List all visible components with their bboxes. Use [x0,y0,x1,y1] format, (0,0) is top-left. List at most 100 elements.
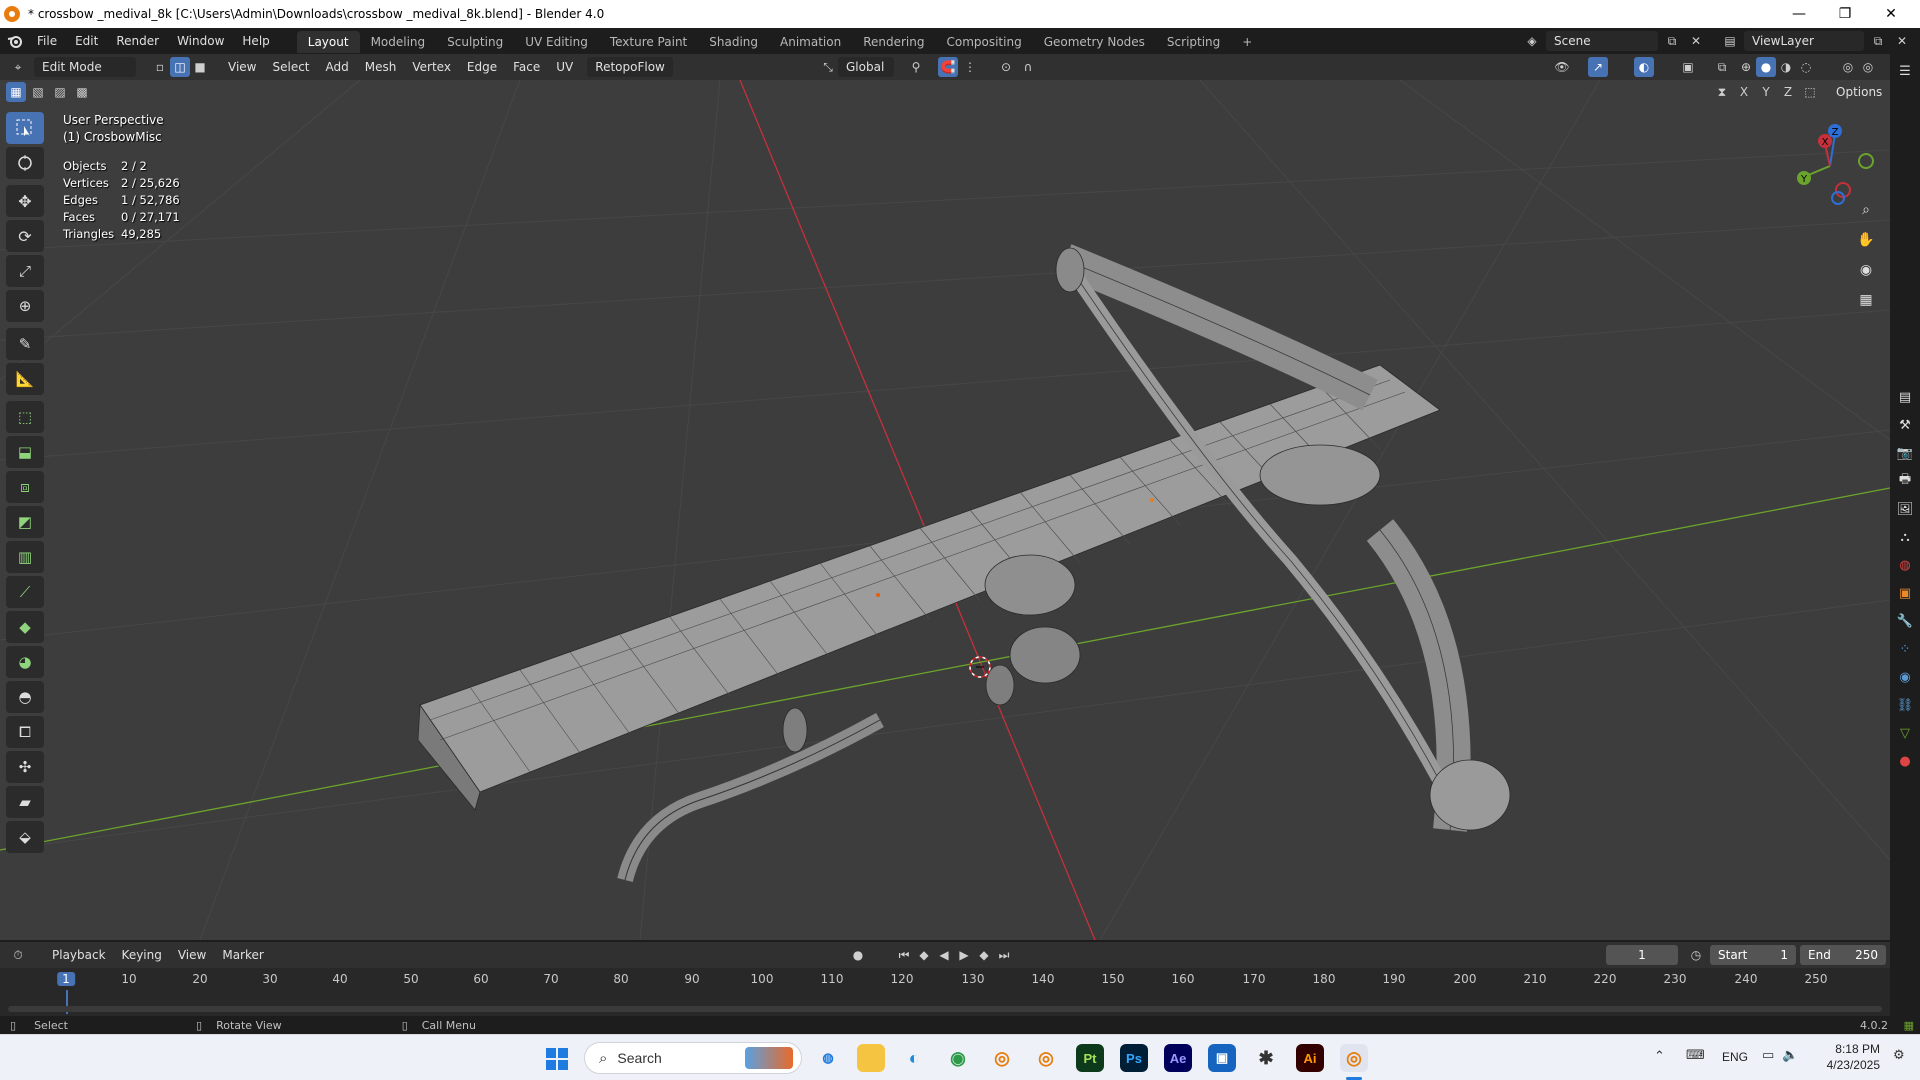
current-frame-field[interactable]: 1 [1606,945,1678,965]
system-clock[interactable]: 8:18 PM 4/23/2025 [1810,1041,1880,1073]
menu-edge[interactable]: Edge [459,57,505,77]
add-workspace-button[interactable]: + [1231,31,1263,53]
blender-menu-icon[interactable] [2,33,28,49]
tab-sculpting[interactable]: Sculpting [436,31,514,53]
menu-uv[interactable]: UV [548,57,581,77]
jump-keyframe-forward-icon[interactable]: ◆ [974,945,994,965]
render-properties-icon[interactable]: 📷 [1892,440,1918,466]
snap-icon[interactable]: 🧲 [938,57,958,77]
pivot-point-icon[interactable]: ⚲ [906,57,926,77]
zoom-icon[interactable]: ⌕ [1852,196,1880,224]
measure-tool-icon[interactable]: 📐 [6,363,44,395]
menu-file[interactable]: File [28,28,66,54]
select-subtract-icon[interactable]: ▨ [50,82,70,102]
timeline-menu-keying[interactable]: Keying [114,945,170,965]
minimize-button[interactable]: — [1776,0,1822,28]
end-frame-field[interactable]: End 250 [1800,945,1886,965]
solid-shading-icon[interactable]: ● [1756,57,1776,77]
illustrator-icon[interactable]: Ai [1296,1044,1324,1072]
knife-tool-icon[interactable]: ⟋ [6,576,44,608]
poly-build-tool-icon[interactable]: ◆ [6,611,44,643]
store-icon[interactable]: ▣ [1208,1044,1236,1072]
visibility-icon[interactable]: 👁 [1552,57,1572,77]
modifier-properties-icon[interactable]: 🔧 [1892,608,1918,634]
material-shading-icon[interactable]: ◑ [1776,57,1796,77]
scene-field[interactable]: Scene [1546,31,1658,51]
tab-uv-editing[interactable]: UV Editing [514,31,599,53]
xray-icon[interactable]: ⧉ [1712,57,1732,77]
delete-viewlayer-icon[interactable]: ✕ [1892,31,1912,51]
menu-select[interactable]: Select [264,57,317,77]
tab-animation[interactable]: Animation [769,31,852,53]
substance-painter-icon[interactable]: Pt [1076,1044,1104,1072]
proportional-edit-icon[interactable]: ⊙ [996,57,1016,77]
timeline-frames[interactable]: 1 10 20 30 40 50 60 70 80 90 100 110 120… [0,968,1890,1016]
options-dropdown[interactable]: Options [1828,82,1890,102]
rendered-shading-icon[interactable]: ◌ [1796,57,1816,77]
transform-tool-icon[interactable]: ⊕ [6,290,44,322]
edge-select-icon[interactable]: ◫ [170,57,190,77]
timeline-menu-marker[interactable]: Marker [214,945,271,965]
viewlayer-field[interactable]: ViewLayer [1744,31,1864,51]
outliner-toggle-icon[interactable]: ☰ [1892,58,1918,84]
tab-compositing[interactable]: Compositing [935,31,1032,53]
chrome-browser-icon[interactable]: ◉ [944,1044,972,1072]
object-properties-icon[interactable]: ▣ [1892,580,1918,606]
menu-face[interactable]: Face [505,57,548,77]
vertex-select-icon[interactable]: ▫ [150,57,170,77]
mirror-y-toggle[interactable]: Y [1756,82,1776,102]
network-icon[interactable]: ▭ [1762,1048,1774,1063]
jump-end-icon[interactable]: ⏭ [994,945,1014,965]
notifications-icon[interactable]: ⚙ [1893,1048,1905,1063]
3d-viewport[interactable]: User Perspective (1) CrosbowMisc Objects… [0,80,1890,940]
falloff-icon[interactable]: ∩ [1018,57,1038,77]
overlay-toggle-icon[interactable]: ◐ [1634,57,1654,77]
tab-texture-paint[interactable]: Texture Paint [599,31,698,53]
select-box-tool-icon[interactable] [6,112,44,144]
move-tool-icon[interactable]: ✥ [6,185,44,217]
menu-edit[interactable]: Edit [66,28,107,54]
jump-start-icon[interactable]: ⏮ [894,945,914,965]
inset-tool-icon[interactable]: ⧈ [6,471,44,503]
camera-view-icon[interactable]: ◉ [1852,256,1880,284]
menu-add[interactable]: Add [318,57,357,77]
add-cube-tool-icon[interactable]: ⬚ [6,401,44,433]
viewlayer-selector[interactable]: ▤ ViewLayer ⧉ ✕ [1720,31,1912,51]
menu-window[interactable]: Window [168,28,233,54]
volume-icon[interactable]: 🔈 [1782,1048,1798,1063]
timeline-editor-type-icon[interactable]: ⏱ [8,945,28,965]
mesh-edit-overlay-icon[interactable]: ▣ [1678,57,1698,77]
editor-type-icon[interactable]: ⌖ [8,57,28,77]
blender-app-icon-2[interactable]: ◎ [1032,1044,1060,1072]
constraints-properties-icon[interactable]: ⛓ [1892,692,1918,718]
perspective-toggle-icon[interactable]: ▦ [1852,286,1880,314]
orientation-dropdown[interactable]: Global [838,57,894,77]
scale-tool-icon[interactable]: ⤢ [6,255,44,287]
data-properties-icon[interactable]: ▽ [1892,720,1918,746]
world-properties-icon[interactable]: ◍ [1892,552,1918,578]
windows-start-icon[interactable] [546,1048,568,1070]
spin-tool-icon[interactable]: ◕ [6,646,44,678]
face-select-icon[interactable]: ■ [190,57,210,77]
particles-properties-icon[interactable]: ⁘ [1892,636,1918,662]
menu-view[interactable]: View [220,57,264,77]
select-new-icon[interactable]: ▦ [6,82,26,102]
start-frame-field[interactable]: Start 1 [1710,945,1796,965]
snap-target-icon[interactable]: ⋮ [960,57,980,77]
select-invert-icon[interactable]: ▩ [72,82,92,102]
zbrush-icon[interactable]: ✱ [1252,1044,1280,1072]
taskbar-search-box[interactable]: ⌕ Search [584,1042,802,1074]
render-region-icon[interactable]: ◎ [1858,57,1878,77]
output-properties-icon[interactable]: 🖶 [1892,468,1918,494]
maximize-button[interactable]: ❐ [1822,0,1868,28]
tool-properties-icon[interactable]: ⚒ [1892,412,1918,438]
cursor-tool-icon[interactable] [6,147,44,179]
shrink-fatten-tool-icon[interactable]: ✣ [6,751,44,783]
tray-chevron-icon[interactable]: ⌃ [1654,1049,1665,1064]
material-properties-icon[interactable]: ● [1892,748,1918,774]
rotate-tool-icon[interactable]: ⟳ [6,220,44,252]
auto-keying-icon[interactable]: ● [848,945,868,965]
render-toggle-icon[interactable]: ◎ [1838,57,1858,77]
play-reverse-icon[interactable]: ◀ [934,945,954,965]
wireframe-shading-icon[interactable]: ⊕ [1736,57,1756,77]
